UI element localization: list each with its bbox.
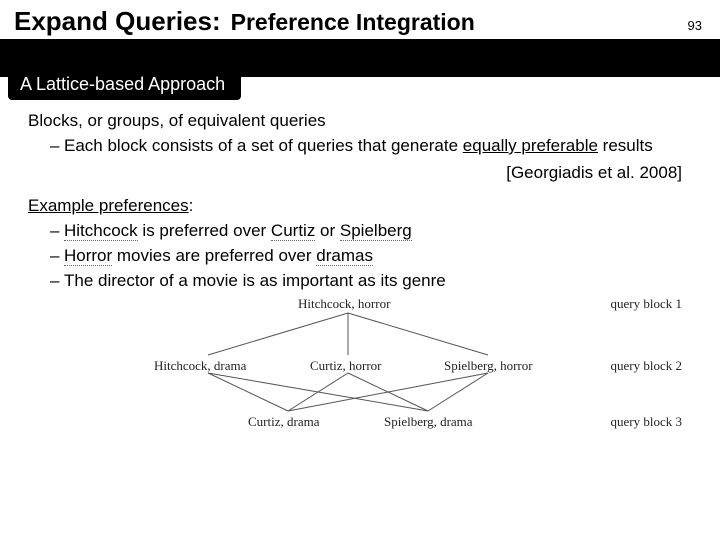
list-2-item-2: Horror movies are preferred over dramas	[50, 245, 692, 268]
citation: [Georgiadis et al. 2008]	[28, 162, 682, 185]
node-hitchcock-drama: Hitchcock, drama	[154, 357, 246, 375]
section-label: A Lattice-based Approach	[8, 69, 241, 100]
text: movies are preferred over	[112, 246, 316, 265]
label-query-block-1: query block 1	[611, 295, 682, 313]
term-curtiz: Curtiz	[271, 221, 315, 241]
lattice-diagram: Hitchcock, horror Hitchcock, drama Curti…	[148, 295, 662, 435]
content-area: Blocks, or groups, of equivalent queries…	[0, 100, 720, 435]
list-2: Hitchcock is preferred over Curtiz or Sp…	[50, 220, 692, 293]
title-main: Expand Queries:	[14, 6, 221, 37]
node-curtiz-drama: Curtiz, drama	[248, 413, 319, 431]
label-query-block-2: query block 2	[611, 357, 682, 375]
term-dramas: dramas	[316, 246, 373, 266]
node-curtiz-horror: Curtiz, horror	[310, 357, 381, 375]
example-preferences-label: Example preferences	[28, 196, 189, 215]
text: or	[315, 221, 340, 240]
title-sub: Preference Integration	[231, 9, 475, 36]
node-spielberg-horror: Spielberg, horror	[444, 357, 533, 375]
emphasis-equally-preferable: equally preferable	[463, 136, 598, 155]
node-hitchcock-horror: Hitchcock, horror	[298, 295, 390, 313]
paragraph-1: Blocks, or groups, of equivalent queries	[28, 110, 692, 133]
list-1-item: Each block consists of a set of queries …	[50, 135, 692, 158]
text: is preferred over	[138, 221, 271, 240]
node-spielberg-drama: Spielberg, drama	[384, 413, 473, 431]
term-horror: Horror	[64, 246, 112, 266]
term-spielberg: Spielberg	[340, 221, 412, 241]
text: Each block consists of a set of queries …	[64, 136, 463, 155]
term-hitchcock: Hitchcock	[64, 221, 138, 241]
paragraph-2: Example preferences:	[28, 195, 692, 218]
page-number: 93	[688, 18, 702, 33]
label-query-block-3: query block 3	[611, 413, 682, 431]
text: results	[598, 136, 653, 155]
list-2-item-3: The director of a movie is as important …	[50, 270, 692, 293]
title-bar: Expand Queries: Preference Integration 9…	[0, 0, 720, 43]
list-1: Each block consists of a set of queries …	[50, 135, 692, 158]
list-2-item-1: Hitchcock is preferred over Curtiz or Sp…	[50, 220, 692, 243]
colon: :	[189, 196, 194, 215]
